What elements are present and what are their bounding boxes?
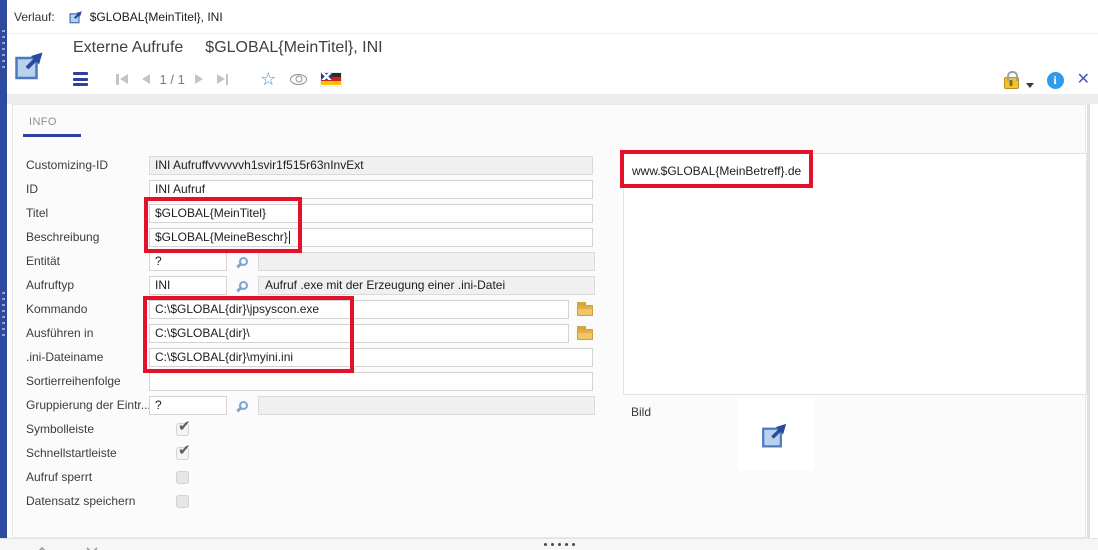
field-label: Customizing-ID [26, 158, 149, 172]
close-icon[interactable]: ✕ [1077, 72, 1090, 88]
aufruftyp-input[interactable]: INI [149, 276, 227, 295]
first-record-button[interactable] [114, 72, 130, 87]
form-row: Datensatz speichern [26, 489, 626, 513]
aufruftyp-detail-field: Aufruf .exe mit der Erzeugung einer .ini… [258, 276, 595, 295]
external-link-icon [14, 47, 48, 86]
splitter-grip-dots[interactable] [544, 543, 575, 546]
external-link-icon [761, 419, 791, 449]
field-label: Titel [26, 206, 149, 220]
tab-info[interactable]: INFO [29, 116, 57, 128]
history-item[interactable]: $GLOBAL{MeinTitel}, INI [69, 9, 223, 24]
entitaet-detail-field [258, 252, 595, 271]
field-label: Entität [26, 254, 149, 268]
splitter-grip[interactable] [2, 30, 5, 70]
sortierreihenfolge-input[interactable] [149, 372, 593, 391]
field-label: Sortierreihenfolge [26, 374, 149, 388]
folder-browse-icon[interactable] [577, 305, 593, 316]
bild-label: Bild [631, 405, 651, 419]
customizing-id-input[interactable]: INI Aufruffvvvvvvh1svir1f515r63nInvExt [149, 156, 593, 175]
header-right-icons: i ✕ [1004, 68, 1090, 89]
form-row: .ini-Dateiname C:\$GLOBAL{dir}\myini.ini [26, 345, 626, 369]
id-input[interactable]: INI Aufruf [149, 180, 593, 199]
page-title: Externe Aufrufe $GLOBAL{MeinTitel}, INI [73, 39, 383, 57]
splitter-grip[interactable] [2, 292, 5, 336]
app-window: Verlauf: $GLOBAL{MeinTitel}, INI Externe… [0, 0, 1098, 550]
history-label: Verlauf: [14, 10, 55, 24]
parameter-textarea[interactable]: www.$GLOBAL{MeinBetreff}.de [623, 153, 1087, 395]
language-flag-icon[interactable] [321, 73, 341, 86]
folder-browse-icon[interactable] [577, 329, 593, 340]
field-label: Datensatz speichern [26, 494, 149, 508]
symbolleiste-checkbox[interactable]: ✔ [176, 423, 189, 436]
form-row: Schnellstartleiste ✔ [26, 441, 626, 465]
field-label: Schnellstartleiste [26, 446, 149, 460]
gruppierung-input[interactable]: ? [149, 396, 227, 415]
ausfuehren-in-input[interactable]: C:\$GLOBAL{dir}\ [149, 324, 569, 343]
record-pager: 1 / 1 [160, 72, 185, 87]
chevron-down-icon[interactable] [86, 541, 98, 550]
form-fields: Customizing-ID INI Aufruffvvvvvvh1svir1f… [26, 153, 626, 513]
toolbar: 1 / 1 ☆ [73, 67, 341, 91]
parameter-text: www.$GLOBAL{MeinBetreff}.de [632, 164, 801, 178]
field-label: ID [26, 182, 149, 196]
record-header: Externe Aufrufe $GLOBAL{MeinTitel}, INI … [7, 34, 1098, 94]
form-row: ID INI Aufruf [26, 177, 626, 201]
field-label: Symbolleiste [26, 422, 149, 436]
kommando-input[interactable]: C:\$GLOBAL{dir}\jpsyscon.exe [149, 300, 569, 319]
field-label: Beschreibung [26, 230, 149, 244]
search-icon[interactable] [239, 401, 248, 410]
form-row: Aufruftyp INI Aufruf .exe mit der Erzeug… [26, 273, 626, 297]
field-label: Aufruftyp [26, 278, 149, 292]
form-row: Kommando C:\$GLOBAL{dir}\jpsyscon.exe [26, 297, 626, 321]
entity-type-title: Externe Aufrufe [73, 39, 183, 57]
external-link-icon [69, 9, 84, 24]
record-form-panel: INFO Customizing-ID INI Aufruffvvvvvvh1s… [12, 104, 1086, 538]
last-record-button[interactable] [215, 72, 231, 87]
entitaet-input[interactable]: ? [149, 252, 227, 271]
history-bar: Verlauf: $GLOBAL{MeinTitel}, INI [7, 0, 1098, 34]
aufruf-sperrt-checkbox[interactable] [176, 471, 189, 484]
bild-image-field[interactable] [738, 398, 814, 470]
form-row: Titel $GLOBAL{MeinTitel} [26, 201, 626, 225]
field-label: Kommando [26, 302, 149, 316]
datensatz-speichern-checkbox[interactable] [176, 495, 189, 508]
gruppierung-detail-field [258, 396, 595, 415]
form-row: Aufruf sperrt [26, 465, 626, 489]
collapsed-navigator-strip[interactable] [0, 0, 7, 538]
favorite-star-icon[interactable]: ☆ [260, 70, 276, 88]
lock-icon [1004, 77, 1019, 89]
field-label: Gruppierung der Eintr... [26, 398, 149, 412]
previous-record-button[interactable] [140, 72, 152, 86]
info-icon[interactable]: i [1047, 72, 1064, 89]
beschreibung-input[interactable]: $GLOBAL{MeineBeschr} [149, 228, 593, 247]
lock-dropdown-caret[interactable] [1026, 83, 1034, 88]
history-item-label: $GLOBAL{MeinTitel}, INI [90, 10, 223, 24]
text-cursor [289, 231, 290, 244]
form-row: Beschreibung $GLOBAL{MeineBeschr} [26, 225, 626, 249]
chevron-up-icon[interactable] [36, 541, 48, 550]
next-record-button[interactable] [193, 72, 205, 86]
form-row: Sortierreihenfolge [26, 369, 626, 393]
titel-input[interactable]: $GLOBAL{MeinTitel} [149, 204, 593, 223]
search-icon[interactable] [239, 281, 248, 290]
field-label: Ausführen in [26, 326, 149, 340]
field-label: .ini-Dateiname [26, 350, 149, 364]
menu-icon[interactable] [73, 72, 88, 86]
active-tab-underline [23, 134, 81, 137]
search-icon[interactable] [239, 257, 248, 266]
form-row: Ausführen in C:\$GLOBAL{dir}\ [26, 321, 626, 345]
ini-dateiname-input[interactable]: C:\$GLOBAL{dir}\myini.ini [149, 348, 593, 367]
header-separator [7, 94, 1098, 104]
field-label: Aufruf sperrt [26, 470, 149, 484]
bottom-splitter-bar [0, 538, 1098, 550]
form-row: Customizing-ID INI Aufruffvvvvvvh1svir1f… [26, 153, 626, 177]
form-row: Gruppierung der Eintr... ? [26, 393, 626, 417]
form-row: Entität ? [26, 249, 626, 273]
form-row: Symbolleiste ✔ [26, 417, 626, 441]
record-title: $GLOBAL{MeinTitel}, INI [205, 39, 382, 57]
vertical-scrollbar[interactable] [1087, 104, 1090, 538]
preview-eye-icon[interactable] [290, 74, 307, 85]
lock-button[interactable] [1004, 69, 1034, 89]
schnellstartleiste-checkbox[interactable]: ✔ [176, 447, 189, 460]
